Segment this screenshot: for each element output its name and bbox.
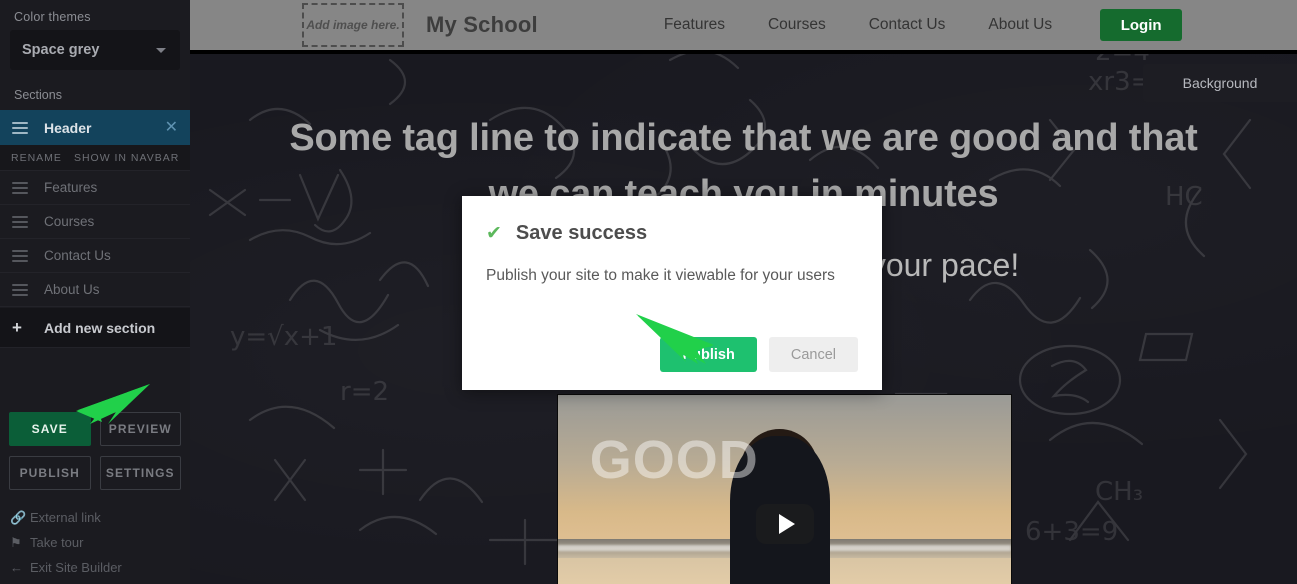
add-new-section-label: Add new section (44, 319, 156, 336)
sidebar-item-label: About Us (44, 282, 100, 297)
exit-site-builder-item[interactable]: ← Exit Site Builder (10, 555, 180, 580)
hamburger-icon[interactable] (12, 179, 28, 197)
play-button-icon[interactable] (755, 504, 814, 544)
video-thumbnail: GOOD (558, 395, 1011, 584)
theme-select-value: Space grey (22, 42, 100, 58)
rename-button[interactable]: RENAME (5, 152, 68, 164)
dialog-title-row: ✔ Save success (486, 222, 858, 245)
arrow-left-icon: ← (10, 560, 23, 575)
save-button[interactable]: SAVE (9, 412, 91, 446)
svg-text:CH₃: CH₃ (1095, 477, 1143, 507)
sidebar-item-features[interactable]: Features (0, 171, 190, 205)
video-overlay-text: GOOD (589, 429, 759, 490)
hamburger-icon[interactable] (12, 119, 28, 137)
svg-text:y=√x+1: y=√x+1 (230, 322, 337, 352)
dialog-body-text: Publish your site to make it viewable fo… (486, 267, 835, 284)
close-icon[interactable]: ✕ (165, 119, 178, 136)
nav-link-about-us[interactable]: About Us (988, 16, 1052, 34)
link-icon: 🔗 (10, 509, 27, 525)
preview-button[interactable]: PREVIEW (99, 412, 181, 446)
sidebar-item-label: Header (44, 119, 92, 136)
site-brand-title[interactable]: My School (426, 12, 538, 38)
sidebar-item-header[interactable]: Header ✕ (0, 110, 190, 145)
section-sub-actions: RENAME SHOW IN NAVBAR (0, 145, 190, 171)
hamburger-icon[interactable] (12, 247, 28, 265)
settings-button[interactable]: SETTINGS (99, 456, 181, 490)
publish-button[interactable]: PUBLISH (9, 456, 91, 490)
check-icon: ✔ (486, 223, 502, 244)
background-button[interactable]: Background (1143, 64, 1297, 102)
show-in-navbar-button[interactable]: SHOW IN NAVBAR (68, 152, 185, 164)
site-builder-screen: 2=4 xr3=10 HC CH₃ 6+3=9 y=√x+1 r=2 Add i… (0, 0, 1297, 584)
take-tour-item[interactable]: ⚑ Take tour (10, 530, 180, 555)
sections-label: Sections (14, 88, 62, 102)
sidebar-item-label: Features (44, 180, 98, 195)
dialog-title: Save success (515, 222, 648, 244)
sidebar-links: 🔗 External link ⚑ Take tour ← Exit Site … (0, 505, 190, 580)
flag-icon: ⚑ (10, 534, 22, 550)
add-image-placeholder[interactable]: Add image here. (302, 3, 404, 47)
sidebar-item-courses[interactable]: Courses (0, 205, 190, 239)
nav-link-contact-us[interactable]: Contact Us (869, 16, 946, 34)
site-navbar: Add image here. My School Features Cours… (190, 0, 1297, 50)
builder-sidebar: Color themes Space grey Sections Header … (0, 0, 190, 584)
hamburger-icon[interactable] (12, 281, 28, 299)
theme-select[interactable]: Space grey (10, 30, 180, 70)
svg-text:r=2: r=2 (340, 377, 389, 407)
take-tour-label: Take tour (30, 535, 84, 550)
nav-link-courses[interactable]: Courses (768, 16, 826, 34)
chevron-down-icon (156, 47, 166, 53)
sidebar-action-buttons: SAVE PREVIEW PUBLISH SETTINGS (0, 412, 190, 490)
add-new-section-button[interactable]: + Add new section (0, 308, 190, 348)
hamburger-icon[interactable] (12, 213, 28, 231)
sidebar-item-contact-us[interactable]: Contact Us (0, 239, 190, 273)
site-nav-links: Features Courses Contact Us About Us Log… (664, 9, 1183, 41)
plus-icon: + (12, 317, 22, 337)
sidebar-item-about-us[interactable]: About Us (0, 273, 190, 307)
add-image-placeholder-label: Add image here. (306, 18, 400, 32)
save-success-dialog: ✔ Save success Publish your site to make… (462, 196, 882, 390)
dialog-actions: Publish Cancel (660, 337, 858, 372)
svg-text:6+3=9: 6+3=9 (1025, 517, 1118, 547)
external-link-item[interactable]: 🔗 External link (10, 505, 180, 530)
color-themes-label: Color themes (14, 10, 91, 24)
navbar-underline (190, 50, 1297, 54)
login-button[interactable]: Login (1100, 9, 1183, 41)
dialog-cancel-button[interactable]: Cancel (768, 337, 858, 372)
sidebar-item-label: Contact Us (44, 248, 111, 263)
hero-video-embed[interactable]: GOOD (557, 394, 1012, 584)
external-link-label: External link (30, 510, 101, 525)
sidebar-item-label: Courses (44, 214, 95, 229)
nav-link-features[interactable]: Features (664, 16, 725, 34)
exit-site-builder-label: Exit Site Builder (30, 560, 122, 575)
dialog-publish-button[interactable]: Publish (660, 337, 757, 372)
